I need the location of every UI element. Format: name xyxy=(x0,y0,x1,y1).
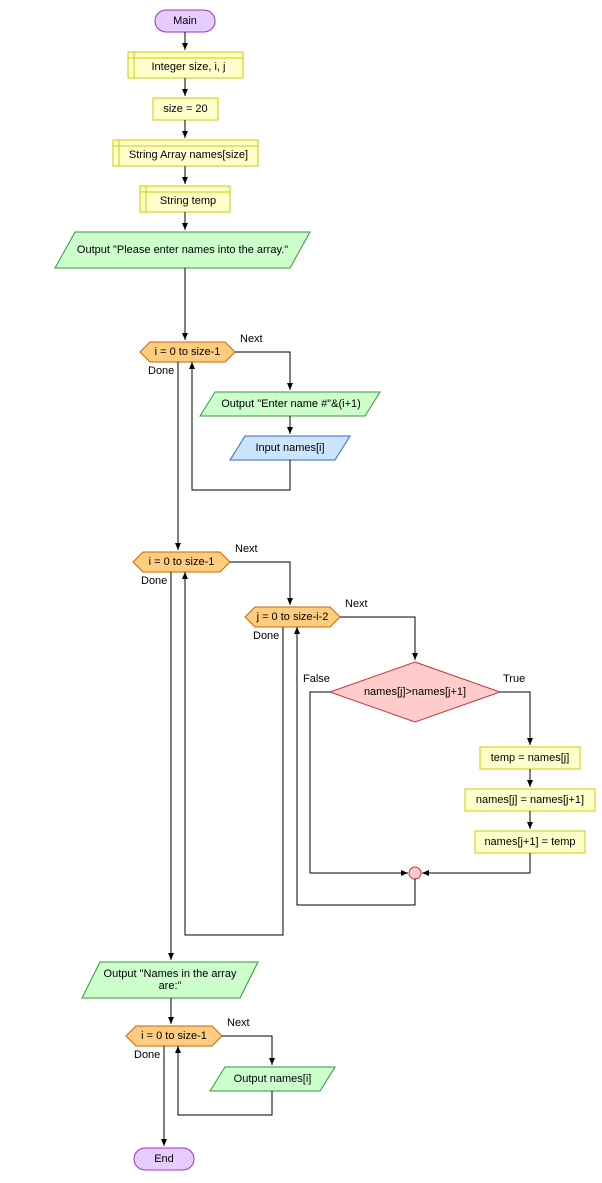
terminal-end xyxy=(134,1148,194,1170)
connector-join xyxy=(409,867,421,879)
io-output-result-header xyxy=(82,962,258,998)
label-next-loop3: Next xyxy=(345,598,368,610)
label-done-loop2: Done xyxy=(141,575,167,587)
process-temp-assign xyxy=(480,747,580,769)
declaration-integer xyxy=(128,52,243,78)
label-true: True xyxy=(503,673,525,685)
label-done-loop1: Done xyxy=(148,365,174,377)
decision-compare xyxy=(330,662,500,722)
loop-outer-sort xyxy=(133,552,230,572)
io-output-entername xyxy=(200,392,380,416)
declaration-array xyxy=(113,140,258,166)
process-swap1 xyxy=(465,789,595,811)
io-output-prompt xyxy=(55,232,310,268)
process-swap2 xyxy=(475,831,585,853)
loop-inner-sort xyxy=(245,607,340,627)
declaration-temp xyxy=(140,186,230,212)
label-next-loop1: Next xyxy=(240,333,263,345)
label-next-loop4: Next xyxy=(227,1017,250,1029)
loop-input xyxy=(140,342,235,362)
io-output-name xyxy=(210,1067,335,1091)
loop-output xyxy=(126,1026,222,1046)
io-input-names xyxy=(230,436,350,460)
label-false: False xyxy=(303,673,330,685)
terminal-main xyxy=(155,10,215,32)
label-done-loop3: Done xyxy=(253,630,279,642)
label-next-loop2: Next xyxy=(235,543,258,555)
label-done-loop4: Done xyxy=(134,1049,160,1061)
flowchart-canvas xyxy=(0,0,602,1183)
process-size20 xyxy=(153,98,218,120)
